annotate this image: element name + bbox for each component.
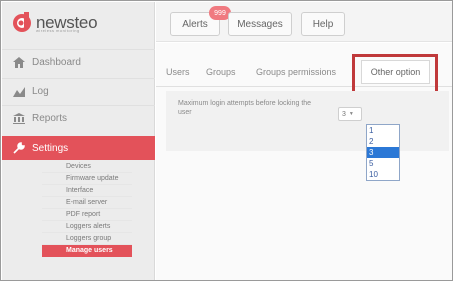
- sidebar-item-log[interactable]: Log: [2, 78, 155, 104]
- tab-users[interactable]: Users: [166, 64, 190, 80]
- log-icon: [12, 86, 26, 98]
- settings-submenu: Devices Firmware update Interface E-mail…: [2, 161, 155, 257]
- sidebar-item-label: Log: [32, 86, 49, 97]
- chevron-down-icon: ▼: [348, 111, 354, 117]
- messages-button[interactable]: Messages: [228, 12, 292, 36]
- submenu-item-firmware-update[interactable]: Firmware update: [42, 173, 132, 185]
- dropdown-option[interactable]: 1: [367, 125, 399, 136]
- sidebar-item-dashboard[interactable]: Dashboard: [2, 49, 155, 75]
- tab-groups[interactable]: Groups: [206, 64, 236, 80]
- tab-groups-permissions[interactable]: Groups permissions: [256, 64, 336, 80]
- submenu-item-devices[interactable]: Devices: [42, 161, 132, 173]
- sidebar-item-label: Dashboard: [32, 57, 81, 68]
- submenu-item-manage-users[interactable]: Manage users: [42, 245, 132, 257]
- max-login-attempts-label: Maximum login attempts before locking th…: [178, 100, 312, 116]
- reports-icon: [12, 113, 26, 125]
- submenu-item-pdf-report[interactable]: PDF report: [42, 209, 132, 221]
- max-login-attempts-dropdown: 1 2 3 5 10: [366, 124, 400, 181]
- brand-tagline: wireless monitoring: [36, 28, 80, 33]
- select-value: 3: [342, 110, 346, 118]
- dashboard-icon: [12, 57, 26, 69]
- highlight-annotation-box: [352, 54, 438, 94]
- app-window: newsteo wireless monitoring Dashboard Lo…: [0, 0, 453, 281]
- tab-bar: Users Groups Groups permissions Other op…: [156, 54, 452, 94]
- dropdown-option[interactable]: 5: [367, 158, 399, 169]
- sidebar-item-label: Reports: [32, 113, 68, 124]
- settings-panel: Maximum login attempts before locking th…: [166, 91, 449, 151]
- max-login-attempts-select[interactable]: 3 ▼: [338, 107, 362, 121]
- dropdown-option[interactable]: 10: [367, 169, 399, 180]
- header: Alerts 999 Messages Help: [156, 2, 452, 42]
- dropdown-option[interactable]: 2: [367, 136, 399, 147]
- newsteo-logo-icon: [13, 12, 31, 32]
- submenu-item-loggers-group[interactable]: Loggers group: [42, 233, 132, 245]
- submenu-item-email-server[interactable]: E-mail server: [42, 197, 132, 209]
- main-content: Users Groups Groups permissions Other op…: [156, 43, 452, 280]
- sidebar: newsteo wireless monitoring Dashboard Lo…: [2, 2, 155, 280]
- sidebar-item-label: Settings: [32, 142, 69, 154]
- help-button[interactable]: Help: [301, 12, 345, 36]
- dropdown-option-selected[interactable]: 3: [367, 147, 399, 158]
- settings-icon: [12, 142, 26, 154]
- submenu-item-loggers-alerts[interactable]: Loggers alerts: [42, 221, 132, 233]
- submenu-item-interface[interactable]: Interface: [42, 185, 132, 197]
- sidebar-item-settings[interactable]: Settings: [2, 136, 155, 160]
- sidebar-item-reports[interactable]: Reports: [2, 105, 155, 131]
